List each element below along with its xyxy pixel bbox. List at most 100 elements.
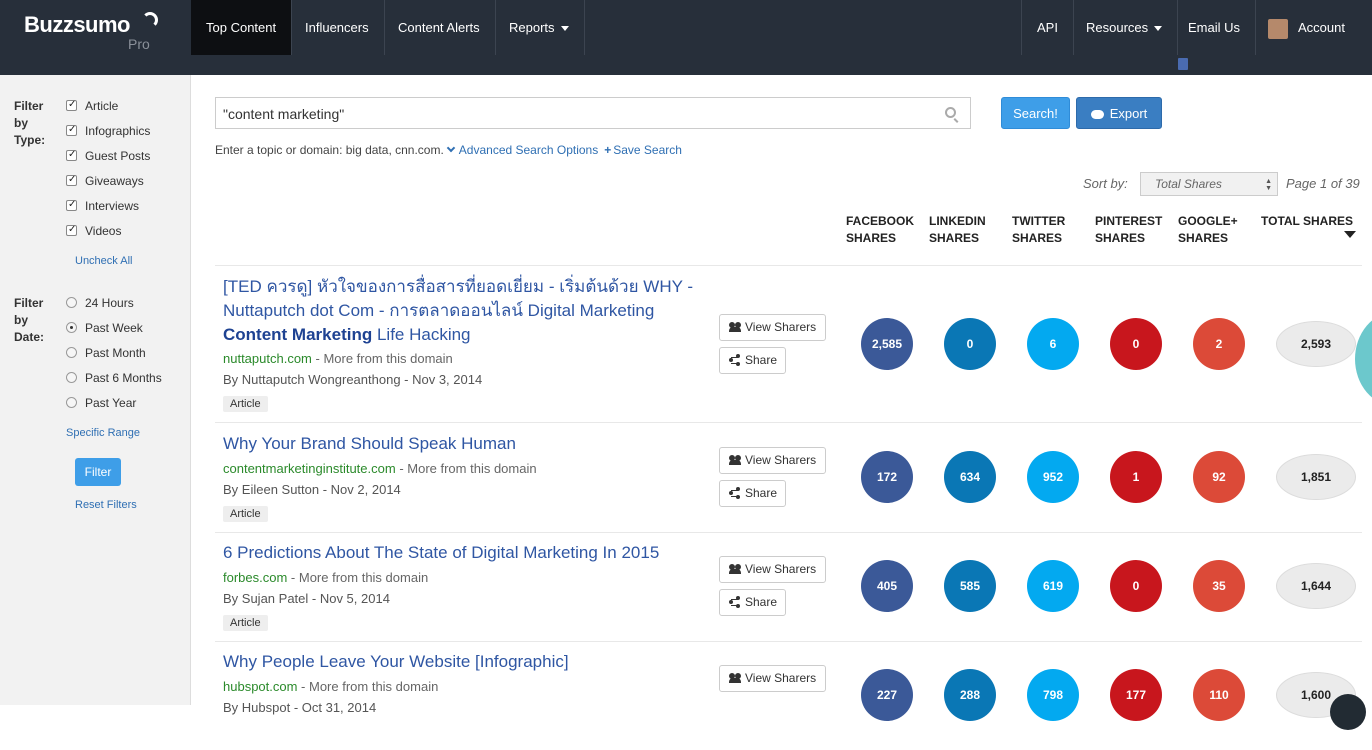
- avatar: [1268, 18, 1288, 39]
- type-guest-posts-checkbox[interactable]: Guest Posts: [66, 148, 150, 165]
- users-icon: [729, 322, 741, 332]
- nav-api[interactable]: API: [1022, 0, 1074, 55]
- pinterest-shares-count: 0: [1110, 318, 1162, 370]
- hint-text: Enter a topic or domain: big data, cnn.c…: [215, 143, 444, 157]
- chat-widget[interactable]: [1330, 694, 1366, 730]
- result-title-link[interactable]: [TED ควรดู] หัวใจของการสื่อสารที่ยอดเยี่…: [223, 275, 693, 347]
- export-label: Export: [1109, 106, 1148, 121]
- facebook-shares-count: 2,585: [861, 318, 913, 370]
- export-button[interactable]: Export: [1076, 97, 1162, 129]
- col-total-shares[interactable]: TOTAL SHARES: [1261, 213, 1353, 230]
- logo-text: Buzzsumo: [24, 12, 131, 37]
- col-linkedin-shares[interactable]: LINKEDIN SHARES: [929, 213, 986, 247]
- save-search-link[interactable]: Save Search: [613, 143, 682, 157]
- share-button[interactable]: Share: [719, 589, 786, 616]
- twitter-shares-count: 619: [1027, 560, 1079, 612]
- type-videos-checkbox[interactable]: Videos: [66, 223, 121, 240]
- result-domain: nuttaputch.com - More from this domain: [223, 351, 453, 366]
- result-row: [TED ควรดู] หัวใจของการสื่อสารที่ยอดเยี่…: [215, 266, 1372, 412]
- checkbox-icon: [66, 198, 77, 212]
- page-indicator: Page 1 of 39: [1286, 176, 1360, 191]
- sort-desc-icon[interactable]: [1344, 231, 1356, 238]
- date-past-month-radio[interactable]: Past Month: [66, 346, 146, 362]
- logo-edition: Pro: [128, 36, 150, 52]
- nav-reports[interactable]: Reports: [494, 0, 585, 55]
- sort-by-label: Sort by:: [1083, 176, 1128, 191]
- caret-down-icon: [560, 26, 569, 32]
- filter-type-label: Filter by Type:: [14, 99, 46, 147]
- date-past-week-radio[interactable]: Past Week: [66, 321, 143, 337]
- users-icon: [729, 564, 741, 574]
- type-interviews-checkbox[interactable]: Interviews: [66, 198, 139, 215]
- col-twitter-shares[interactable]: TWITTER SHARES: [1012, 213, 1065, 247]
- chevron-down-icon: [446, 143, 456, 153]
- nav-account[interactable]: Account: [1253, 0, 1372, 87]
- view-sharers-button[interactable]: View Sharers: [719, 447, 826, 474]
- facebook-shares-count: 172: [861, 451, 913, 503]
- nav-label: Content Alerts: [398, 20, 480, 35]
- view-sharers-button[interactable]: View Sharers: [719, 556, 826, 583]
- date-past-year-radio[interactable]: Past Year: [66, 396, 136, 412]
- nav-label: Resources: [1086, 20, 1149, 35]
- domain-link[interactable]: hubspot.com: [223, 679, 297, 694]
- type-article-checkbox[interactable]: Article: [66, 98, 118, 115]
- total-shares-count: 2,593: [1276, 321, 1356, 367]
- domain-link[interactable]: contentmarketinginstitute.com: [223, 461, 396, 476]
- result-row: 6 Predictions About The State of Digital…: [215, 532, 1372, 641]
- share-button[interactable]: Share: [719, 480, 786, 507]
- users-icon: [729, 455, 741, 465]
- nav-influencers[interactable]: Influencers: [290, 0, 385, 55]
- share-icon: [729, 487, 740, 498]
- nav-label: Account: [1298, 20, 1345, 35]
- pinterest-shares-count: 0: [1110, 560, 1162, 612]
- date-past-6-months-radio[interactable]: Past 6 Months: [66, 371, 162, 387]
- nav-resources[interactable]: Resources: [1071, 0, 1179, 55]
- plus-icon: +: [604, 143, 612, 157]
- nav-content-alerts[interactable]: Content Alerts: [383, 0, 496, 55]
- radio-icon: [66, 372, 77, 383]
- more-from-domain-link[interactable]: - More from this domain: [287, 570, 428, 585]
- col-pinterest-shares[interactable]: PINTEREST SHARES: [1095, 213, 1162, 247]
- result-title-link[interactable]: Why People Leave Your Website [Infograph…: [223, 650, 693, 674]
- result-type-tag: Article: [223, 506, 268, 522]
- result-domain: forbes.com - More from this domain: [223, 570, 428, 585]
- reset-filters-link[interactable]: Reset Filters: [75, 499, 137, 511]
- more-from-domain-link[interactable]: - More from this domain: [297, 679, 438, 694]
- more-from-domain-link[interactable]: - More from this domain: [312, 351, 453, 366]
- filter-button[interactable]: Filter: [75, 458, 121, 486]
- more-from-domain-link[interactable]: - More from this domain: [396, 461, 536, 476]
- domain-link[interactable]: nuttaputch.com: [223, 351, 312, 366]
- col-facebook-shares[interactable]: FACEBOOK SHARES: [846, 213, 914, 247]
- view-sharers-button[interactable]: View Sharers: [719, 314, 826, 341]
- facebook-shares-count: 405: [861, 560, 913, 612]
- result-title-link[interactable]: Why Your Brand Should Speak Human: [223, 432, 693, 456]
- checkbox-icon: [66, 148, 77, 162]
- buzzsumo-logo[interactable]: Buzzsumo Pro: [24, 12, 158, 52]
- type-infographics-checkbox[interactable]: Infographics: [66, 123, 150, 140]
- domain-link[interactable]: forbes.com: [223, 570, 287, 585]
- result-row: Why People Leave Your Website [Infograph…: [215, 641, 1372, 750]
- nav-email-us[interactable]: Email Us: [1173, 0, 1257, 55]
- google-shares-count: 110: [1193, 669, 1245, 721]
- nav-label: API: [1037, 20, 1058, 35]
- radio-icon: [66, 397, 77, 408]
- sort-select[interactable]: Total Shares ▲ ▼: [1140, 172, 1278, 196]
- advanced-search-link[interactable]: Advanced Search Options: [459, 143, 598, 157]
- share-button[interactable]: Share: [719, 347, 786, 374]
- col-google-shares[interactable]: GOOGLE+ SHARES: [1178, 213, 1238, 247]
- date-24-hours-radio[interactable]: 24 Hours: [66, 296, 134, 312]
- search-button[interactable]: Search!: [1001, 97, 1070, 129]
- specific-range-link[interactable]: Specific Range: [66, 427, 140, 439]
- linkedin-shares-count: 634: [944, 451, 996, 503]
- type-giveaways-checkbox[interactable]: Giveaways: [66, 173, 144, 190]
- nav-top-content[interactable]: Top Content: [191, 0, 293, 55]
- result-title-link[interactable]: 6 Predictions About The State of Digital…: [223, 541, 693, 565]
- search-input[interactable]: "content marketing": [215, 97, 971, 129]
- result-type-tag: Article: [223, 615, 268, 631]
- twitter-shares-count: 952: [1027, 451, 1079, 503]
- facebook-icon[interactable]: [1178, 58, 1188, 70]
- view-sharers-button[interactable]: View Sharers: [719, 665, 826, 692]
- twitter-shares-count: 798: [1027, 669, 1079, 721]
- uncheck-all-link[interactable]: Uncheck All: [75, 255, 132, 267]
- users-icon: [729, 673, 741, 683]
